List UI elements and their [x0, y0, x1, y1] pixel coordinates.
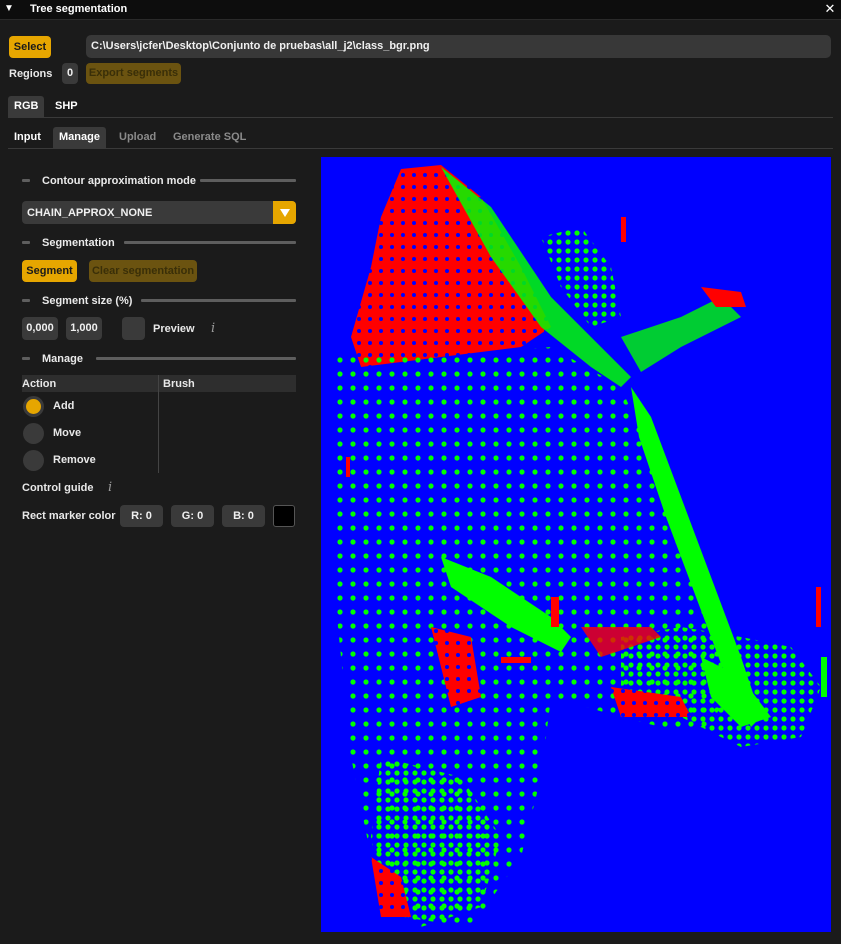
- file-path-field[interactable]: C:\Users\jcfer\Desktop\Conjunto de prueb…: [86, 35, 831, 58]
- manage-header: Manage: [42, 353, 83, 365]
- segment-size-max-input[interactable]: 1,000: [66, 317, 102, 340]
- separator-line: [96, 357, 296, 360]
- manage-table-column-divider: [158, 375, 159, 473]
- close-icon[interactable]: ✕: [823, 1, 837, 17]
- remove-radio[interactable]: [23, 450, 44, 471]
- remove-radio-label: Remove: [53, 454, 96, 466]
- separator-dash: [22, 299, 30, 302]
- info-icon[interactable]: i: [108, 480, 112, 495]
- preview-checkbox[interactable]: [122, 317, 145, 340]
- separator-line: [200, 179, 296, 182]
- info-icon[interactable]: i: [211, 321, 215, 336]
- red-channel-input[interactable]: R: 0: [120, 505, 163, 527]
- green-channel-input[interactable]: G: 0: [171, 505, 214, 527]
- separator-line: [141, 299, 296, 302]
- clear-segmentation-button[interactable]: Clear segmentation: [89, 260, 197, 282]
- preview-label: Preview: [153, 323, 195, 335]
- main-tabs-divider: [8, 148, 833, 149]
- rect-marker-color-label: Rect marker color: [22, 510, 116, 522]
- blue-channel-input[interactable]: B: 0: [222, 505, 265, 527]
- marker-color-swatch[interactable]: [273, 505, 295, 527]
- manage-table-header: [22, 375, 296, 392]
- chevron-down-icon[interactable]: [273, 201, 296, 224]
- title-bar: ▼ Tree segmentation ✕: [0, 0, 841, 20]
- tab-upload[interactable]: Upload: [113, 127, 162, 148]
- add-radio[interactable]: [23, 396, 44, 417]
- segment-button[interactable]: Segment: [22, 260, 77, 282]
- segmentation-map: [331, 165, 827, 927]
- action-column-header: Action: [22, 378, 57, 390]
- format-tabs-divider: [8, 117, 833, 118]
- separator-dash: [22, 357, 30, 360]
- select-button[interactable]: Select: [9, 36, 51, 58]
- control-guide-label: Control guide: [22, 482, 94, 494]
- export-segments-button[interactable]: Export segments: [86, 63, 181, 84]
- contour-mode-value: CHAIN_APPROX_NONE: [27, 207, 153, 219]
- segmentation-header: Segmentation: [42, 237, 115, 249]
- regions-count: 0: [62, 63, 78, 84]
- separator-line: [124, 241, 296, 244]
- move-radio[interactable]: [23, 423, 44, 444]
- tab-input[interactable]: Input: [8, 127, 47, 148]
- tab-manage[interactable]: Manage: [53, 127, 106, 148]
- segment-size-header: Segment size (%): [42, 295, 133, 307]
- tab-shp[interactable]: SHP: [49, 96, 84, 117]
- add-radio-label: Add: [53, 400, 75, 412]
- regions-label: Regions: [9, 68, 53, 80]
- brush-column-header: Brush: [163, 378, 195, 390]
- tab-generate-sql[interactable]: Generate SQL: [167, 127, 252, 148]
- separator-dash: [22, 179, 30, 182]
- move-radio-label: Move: [53, 427, 82, 439]
- contour-mode-select[interactable]: CHAIN_APPROX_NONE: [22, 201, 296, 224]
- segment-size-min-input[interactable]: 0,000: [22, 317, 58, 340]
- contour-header: Contour approximation mode: [42, 175, 196, 187]
- segmentation-image[interactable]: [321, 157, 831, 932]
- collapse-icon[interactable]: ▼: [4, 3, 14, 14]
- separator-dash: [22, 241, 30, 244]
- window-title: Tree segmentation: [30, 3, 128, 15]
- tab-rgb[interactable]: RGB: [8, 96, 45, 117]
